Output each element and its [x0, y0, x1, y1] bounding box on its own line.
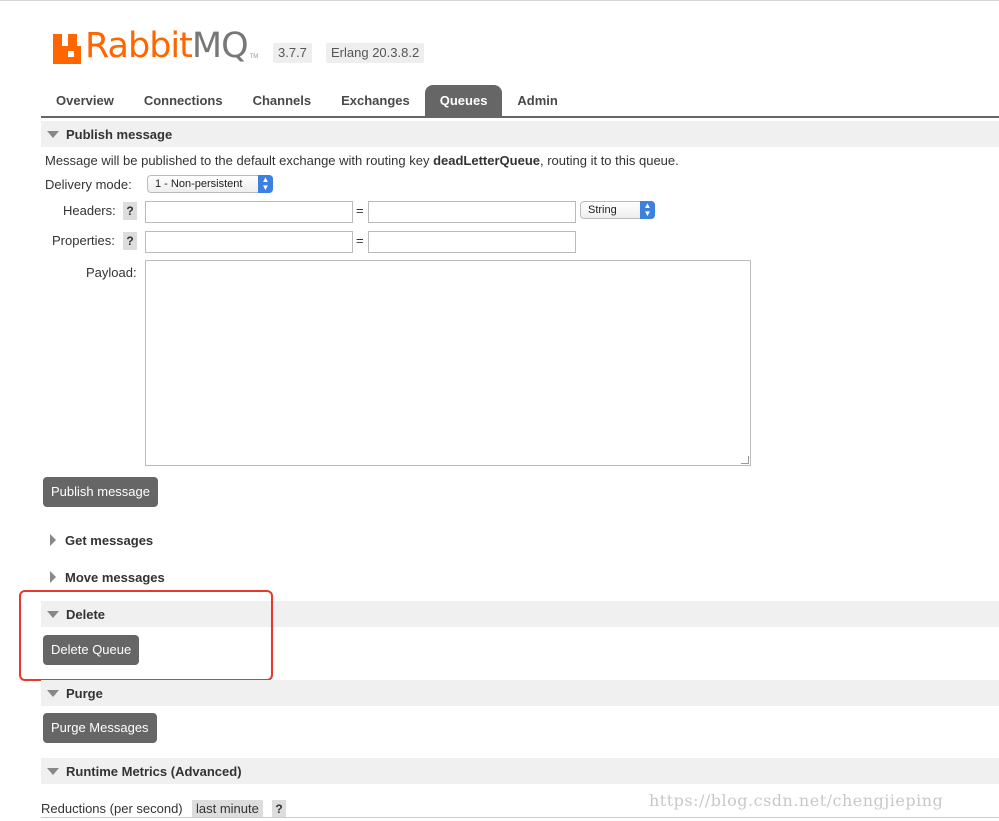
section-title: Move messages — [65, 569, 165, 585]
delivery-mode-select[interactable]: 1 - Non-persistent ▲ ▼ — [147, 175, 273, 193]
header-value-input[interactable] — [368, 201, 576, 223]
logo-trademark: TM — [249, 54, 259, 60]
logo-text-accent: MQ — [191, 26, 249, 66]
tab-overview[interactable]: Overview — [41, 85, 129, 117]
logo-text-main: Rabbit — [85, 26, 193, 66]
equals-sign: = — [356, 203, 364, 218]
publish-info-text: Message will be published to the default… — [45, 153, 679, 168]
payload-label: Payload: — [86, 265, 137, 280]
section-title: Runtime Metrics (Advanced) — [66, 763, 242, 779]
tab-exchanges[interactable]: Exchanges — [326, 85, 425, 117]
select-arrows-icon: ▲ ▼ — [258, 175, 273, 193]
tab-channels[interactable]: Channels — [238, 85, 327, 117]
info-prefix: Message will be published to the default… — [45, 153, 434, 168]
section-runtime-metrics[interactable]: Runtime Metrics (Advanced) — [41, 758, 999, 784]
property-key-input[interactable] — [145, 231, 353, 253]
section-title: Get messages — [65, 532, 154, 548]
resize-handle-icon[interactable] — [741, 456, 749, 464]
section-purge[interactable]: Purge — [41, 680, 999, 706]
version-badge: 3.7.7 — [273, 43, 312, 63]
header-type-select[interactable]: String ▲ ▼ — [580, 201, 655, 219]
main-nav-tabs: Overview Connections Channels Exchanges … — [41, 85, 573, 117]
select-arrows-icon: ▲ ▼ — [640, 201, 655, 219]
rabbit-logo-icon — [53, 30, 81, 64]
expanded-triangle-icon — [47, 767, 59, 775]
delivery-mode-value: 1 - Non-persistent — [155, 178, 243, 190]
reductions-label: Reductions (per second) — [41, 801, 183, 816]
purge-messages-button[interactable]: Purge Messages — [43, 713, 157, 743]
tab-queues[interactable]: Queues — [424, 85, 503, 117]
publish-message-button[interactable]: Publish message — [43, 477, 158, 507]
section-move-messages[interactable]: Move messages — [41, 564, 999, 590]
time-range-selector[interactable]: last minute — [192, 800, 263, 818]
equals-sign: = — [356, 233, 364, 248]
section-title: Purge — [66, 685, 103, 701]
payload-textarea[interactable] — [145, 260, 751, 466]
section-publish-message[interactable]: Publish message — [41, 121, 999, 147]
logo-text: RabbitMQ — [85, 26, 249, 66]
erlang-version-badge: Erlang 20.3.8.2 — [326, 43, 425, 63]
annotation-highlight-box — [19, 590, 273, 681]
info-suffix: , routing it to this queue. — [540, 153, 679, 168]
collapsed-triangle-icon — [50, 571, 56, 583]
tab-connections[interactable]: Connections — [129, 85, 238, 117]
expanded-triangle-icon — [47, 130, 59, 138]
properties-label: Properties: — [52, 233, 115, 248]
delivery-mode-label: Delivery mode: — [45, 177, 132, 192]
section-title: Publish message — [66, 126, 173, 142]
headers-help-button[interactable]: ? — [123, 202, 137, 220]
tab-underline — [41, 116, 999, 118]
rabbitmq-logo[interactable]: RabbitMQ TM — [53, 24, 258, 64]
header-key-input[interactable] — [145, 201, 353, 223]
header-type-value: String — [588, 204, 617, 216]
properties-help-button[interactable]: ? — [123, 232, 137, 250]
divider — [41, 817, 999, 818]
reductions-help-button[interactable]: ? — [272, 800, 286, 818]
section-get-messages[interactable]: Get messages — [41, 527, 999, 553]
tab-admin[interactable]: Admin — [502, 85, 572, 117]
expanded-triangle-icon — [47, 689, 59, 697]
watermark: https://blog.csdn.net/chengjieping — [649, 791, 944, 810]
headers-label: Headers: — [63, 203, 116, 218]
routing-key: deadLetterQueue — [433, 153, 540, 168]
top-border — [0, 0, 999, 1]
collapsed-triangle-icon — [50, 534, 56, 546]
property-value-input[interactable] — [368, 231, 576, 253]
